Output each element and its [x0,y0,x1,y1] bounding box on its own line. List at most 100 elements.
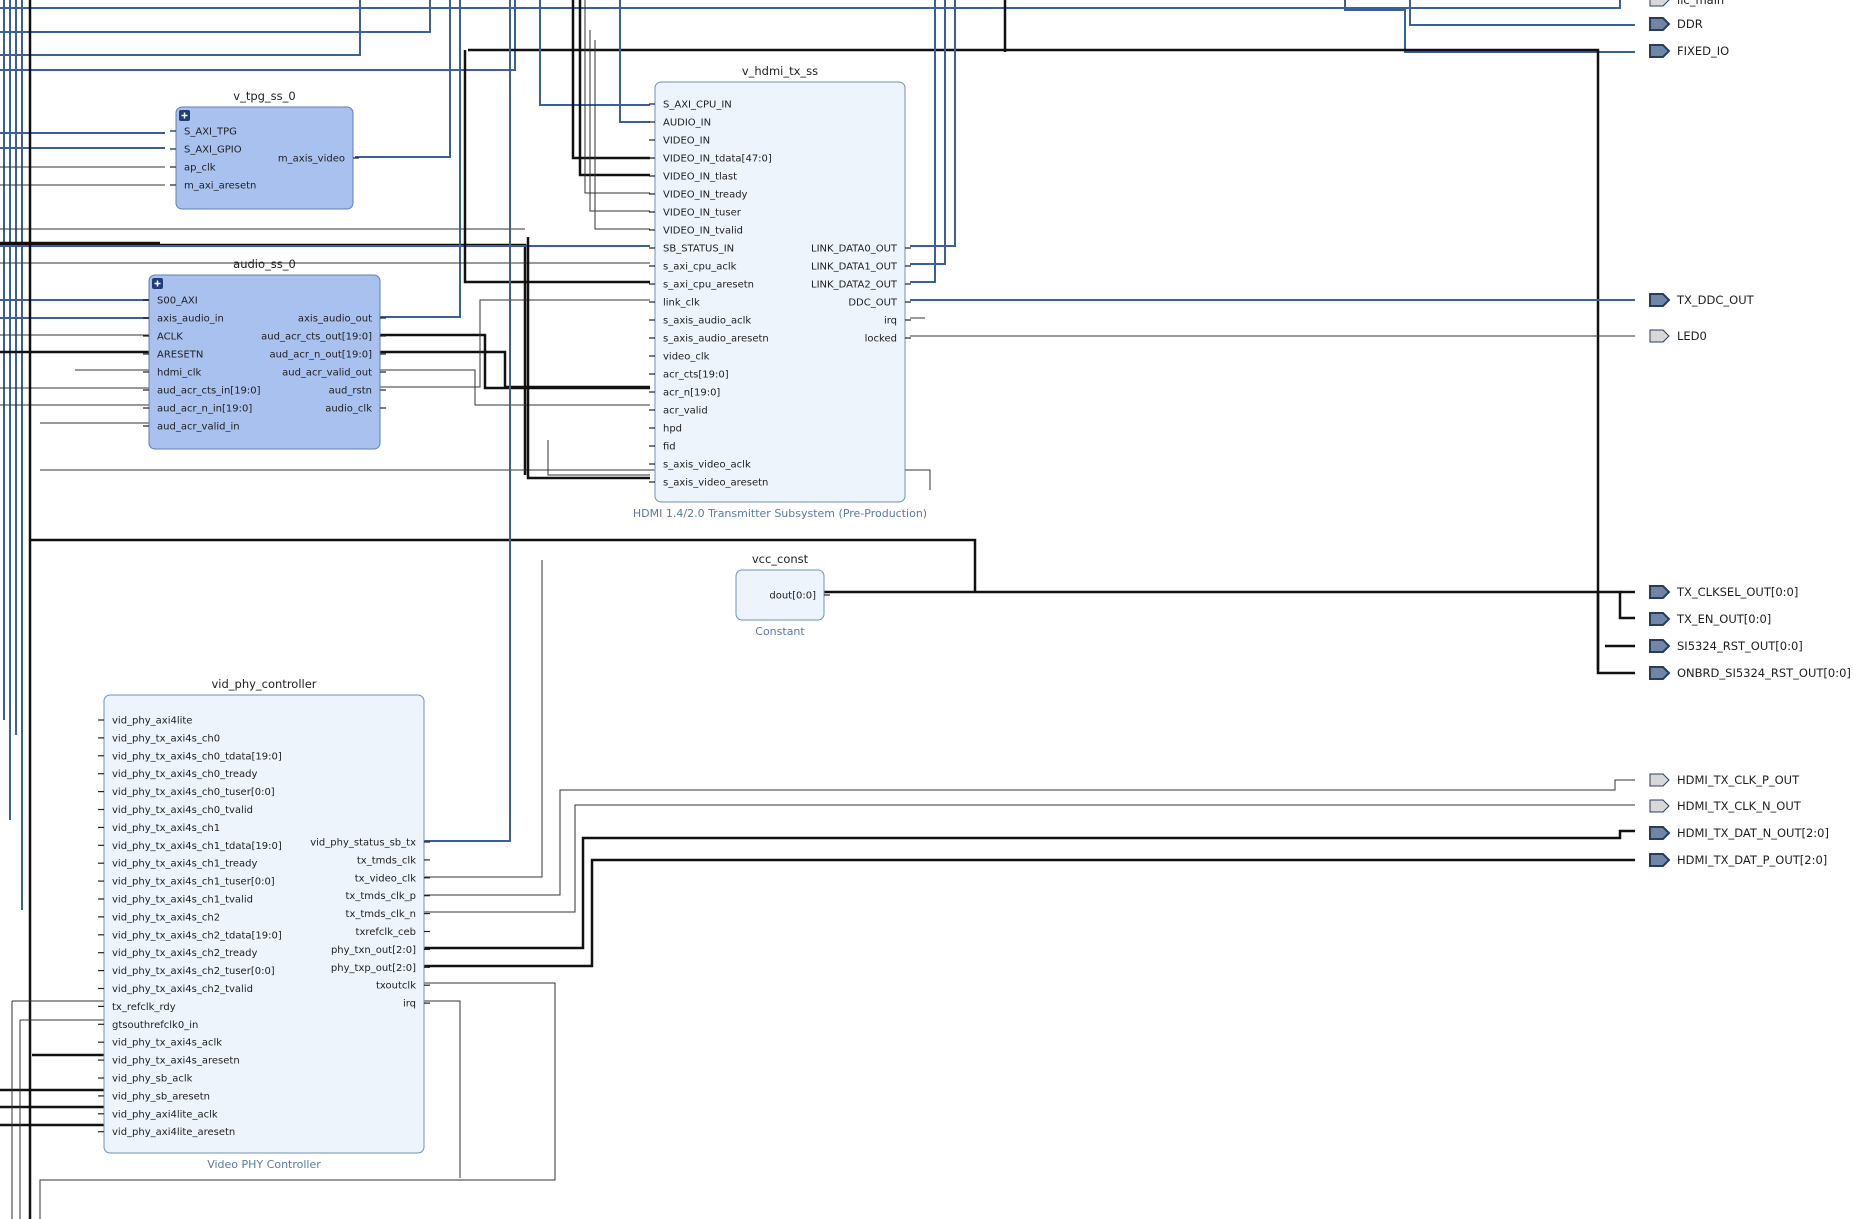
pin-vid-phy-tx-axi4s-ch0-tvalid[interactable]: vid_phy_tx_axi4s_ch0_tvalid [112,805,253,816]
pin-aresetn[interactable]: ARESETN [157,350,203,361]
pin-vid-phy-tx-axi4s-ch1-tvalid[interactable]: vid_phy_tx_axi4s_ch1_tvalid [112,895,253,906]
port-hdmi-tx-clk-n-out[interactable]: HDMI_TX_CLK_N_OUT [1649,799,1802,813]
pin-acr-n-19-0[interactable]: acr_n[19:0] [663,388,720,399]
pin-link-data2-out[interactable]: LINK_DATA2_OUT [811,280,898,291]
pin-aud-rstn[interactable]: aud_rstn [329,386,372,397]
pin-video-in-tready[interactable]: VIDEO_IN_tready [663,190,748,201]
pin-hdmi-clk[interactable]: hdmi_clk [157,368,201,379]
pin-txrefclk-ceb[interactable]: txrefclk_ceb [356,927,416,938]
pin-sb-status-in[interactable]: SB_STATUS_IN [663,244,734,255]
pin-fid[interactable]: fid [663,442,676,453]
pin-aud-acr-valid-out[interactable]: aud_acr_valid_out [282,368,372,379]
pin-vid-phy-tx-axi4s-ch0-tready[interactable]: vid_phy_tx_axi4s_ch0_tready [112,769,258,780]
pin-s00-axi[interactable]: S00_AXI [157,296,198,307]
pin-irq[interactable]: irq [884,316,897,327]
pin-m-axi-aresetn[interactable]: m_axi_aresetn [184,181,256,192]
pin-link-clk[interactable]: link_clk [663,298,700,309]
pin-s-axis-video-aclk[interactable]: s_axis_video_aclk [663,460,751,471]
block-vcc-const[interactable]: vcc_const Constant dout[0:0] [735,552,830,638]
pin-tx-video-clk[interactable]: tx_video_clk [355,873,416,884]
pin-vid-phy-tx-axi4s-aresetn[interactable]: vid_phy_tx_axi4s_aresetn [112,1056,240,1067]
block-v-hdmi-tx-ss[interactable]: v_hdmi_tx_ss HDMI 1.4/2.0 Transmitter Sub… [633,64,927,520]
port-lic-main[interactable]: lic_main [1649,0,1724,7]
pin-aud-acr-n-in-19-0[interactable]: aud_acr_n_in[19:0] [157,404,252,415]
pin-locked[interactable]: locked [865,334,897,345]
pin-hpd[interactable]: hpd [663,424,682,435]
pin-acr-cts-19-0[interactable]: acr_cts[19:0] [663,370,729,381]
pin-video-clk[interactable]: video_clk [663,352,710,363]
pin-txoutclk[interactable]: txoutclk [376,981,416,992]
pin-vid-phy-status-sb-tx[interactable]: vid_phy_status_sb_tx [310,838,416,849]
pin-vid-phy-tx-axi4s-ch1[interactable]: vid_phy_tx_axi4s_ch1 [112,823,220,834]
pin-vid-phy-tx-axi4s-ch1-tuser-0-0[interactable]: vid_phy_tx_axi4s_ch1_tuser[0:0] [112,877,275,888]
pin-video-in-tuser[interactable]: VIDEO_IN_tuser [663,208,742,219]
pin-s-axi-cpu-aclk[interactable]: s_axi_cpu_aclk [663,262,737,273]
port-fixed-io[interactable]: FIXED_IO [1649,44,1729,58]
pin-vid-phy-tx-axi4s-ch2-tvalid[interactable]: vid_phy_tx_axi4s_ch2_tvalid [112,984,253,995]
pin-audio-clk[interactable]: audio_clk [325,404,372,415]
pin-tx-tmds-clk[interactable]: tx_tmds_clk [357,855,416,866]
pin-video-in-tlast[interactable]: VIDEO_IN_tlast [663,172,737,183]
pin-s-axi-cpu-in[interactable]: S_AXI_CPU_IN [663,100,732,111]
pin-vid-phy-tx-axi4s-ch1-tready[interactable]: vid_phy_tx_axi4s_ch1_tready [112,859,258,870]
pin-vid-phy-sb-aresetn[interactable]: vid_phy_sb_aresetn [112,1091,210,1102]
pin-axis-audio-in[interactable]: axis_audio_in [157,314,224,325]
pin-gtsouthrefclk0-in[interactable]: gtsouthrefclk0_in [112,1020,198,1031]
pin-m-axis-video[interactable]: m_axis_video [278,154,345,165]
pin-vid-phy-axi4lite-aclk[interactable]: vid_phy_axi4lite_aclk [112,1109,218,1120]
pin-s-axis-audio-aclk[interactable]: s_axis_audio_aclk [663,316,751,327]
pin-axis-audio-out[interactable]: axis_audio_out [298,314,372,325]
pin-video-in-tvalid[interactable]: VIDEO_IN_tvalid [663,226,743,237]
pin-dout-0-0[interactable]: dout[0:0] [769,591,816,602]
block-vid-phy-controller[interactable]: vid_phy_controller Video PHY Controller vi… [98,677,430,1171]
pin-link-data1-out[interactable]: LINK_DATA1_OUT [811,262,898,273]
pin-vid-phy-tx-axi4s-ch0-tuser-0-0[interactable]: vid_phy_tx_axi4s_ch0_tuser[0:0] [112,787,275,798]
pin-ddc-out[interactable]: DDC_OUT [848,298,898,309]
pin-audio-in[interactable]: AUDIO_IN [663,118,711,129]
pin-vid-phy-tx-axi4s-ch0[interactable]: vid_phy_tx_axi4s_ch0 [112,733,220,744]
pin-s-axi-gpio[interactable]: S_AXI_GPIO [184,145,242,156]
port-tx-ddc-out[interactable]: TX_DDC_OUT [1649,293,1755,307]
port-hdmi-tx-dat-p-out-2-0[interactable]: HDMI_TX_DAT_P_OUT[2:0] [1649,853,1827,867]
pin-vid-phy-sb-aclk[interactable]: vid_phy_sb_aclk [112,1074,193,1085]
block-audio-ss-0[interactable]: audio_ss_0 S00_AXI axis_audio_in ACLK ARESET… [143,257,386,450]
pin-tx-refclk-rdy[interactable]: tx_refclk_rdy [112,1002,176,1013]
pin-s-axis-video-aresetn[interactable]: s_axis_video_aresetn [663,478,768,489]
port-onbrd-si5324-rst-out-0-0[interactable]: ONBRD_SI5324_RST_OUT[0:0] [1649,666,1851,680]
pin-aud-acr-cts-out-19-0[interactable]: aud_acr_cts_out[19:0] [261,332,372,343]
pin-vid-phy-tx-axi4s-ch0-tdata-19-0[interactable]: vid_phy_tx_axi4s_ch0_tdata[19:0] [112,751,282,762]
port-ddr[interactable]: DDR [1649,17,1703,31]
pin-s-axi-cpu-aresetn[interactable]: s_axi_cpu_aresetn [663,280,754,291]
pin-phy-txp-out-2-0[interactable]: phy_txp_out[2:0] [331,963,416,974]
port-si5324-rst-out-0-0[interactable]: SI5324_RST_OUT[0:0] [1649,639,1803,653]
pin-aud-acr-valid-in[interactable]: aud_acr_valid_in [157,422,240,433]
pin-phy-txn-out-2-0[interactable]: phy_txn_out[2:0] [331,945,416,956]
pin-vid-phy-tx-axi4s-ch2-tuser-0-0[interactable]: vid_phy_tx_axi4s_ch2_tuser[0:0] [112,966,275,977]
port-hdmi-tx-clk-p-out[interactable]: HDMI_TX_CLK_P_OUT [1649,773,1800,787]
port-hdmi-tx-dat-n-out-2-0[interactable]: HDMI_TX_DAT_N_OUT[2:0] [1649,826,1829,840]
pin-vid-phy-tx-axi4s-ch2-tready[interactable]: vid_phy_tx_axi4s_ch2_tready [112,948,258,959]
pin-tx-tmds-clk-n[interactable]: tx_tmds_clk_n [346,909,416,920]
port-led0[interactable]: LED0 [1649,329,1707,343]
pin-aud-acr-n-out-19-0[interactable]: aud_acr_n_out[19:0] [269,350,372,361]
pin-vid-phy-tx-axi4s-ch2-tdata-19-0[interactable]: vid_phy_tx_axi4s_ch2_tdata[19:0] [112,930,282,941]
block-design-canvas[interactable]: v_tpg_ss_0 S_AXI_TPG S_AXI_GPIO ap_clk m_axi… [0,0,1854,1219]
pin-aud-acr-cts-in-19-0[interactable]: aud_acr_cts_in[19:0] [157,386,261,397]
pin-s-axis-audio-aresetn[interactable]: s_axis_audio_aresetn [663,334,769,345]
pin-vid-phy-axi4lite-aresetn[interactable]: vid_phy_axi4lite_aresetn [112,1127,235,1138]
pin-irq[interactable]: irq [403,999,416,1010]
pin-vid-phy-tx-axi4s-aclk[interactable]: vid_phy_tx_axi4s_aclk [112,1038,222,1049]
block-v-tpg-ss-0[interactable]: v_tpg_ss_0 S_AXI_TPG S_AXI_GPIO ap_clk m_axi… [170,89,359,210]
pin-tx-tmds-clk-p[interactable]: tx_tmds_clk_p [346,891,416,902]
port-tx-en-out-0-0[interactable]: TX_EN_OUT[0:0] [1649,612,1771,626]
pin-aclk[interactable]: ACLK [157,332,183,343]
pin-video-in-tdata-47-0[interactable]: VIDEO_IN_tdata[47:0] [663,154,772,165]
pin-video-in[interactable]: VIDEO_IN [663,136,710,147]
pin-vid-phy-tx-axi4s-ch1-tdata-19-0[interactable]: vid_phy_tx_axi4s_ch1_tdata[19:0] [112,841,282,852]
port-tx-clksel-out-0-0[interactable]: TX_CLKSEL_OUT[0:0] [1649,585,1798,599]
pin-s-axi-tpg[interactable]: S_AXI_TPG [184,127,237,138]
pin-link-data0-out[interactable]: LINK_DATA0_OUT [811,244,898,255]
pin-vid-phy-tx-axi4s-ch2[interactable]: vid_phy_tx_axi4s_ch2 [112,912,220,923]
pin-ap-clk[interactable]: ap_clk [184,163,216,174]
pin-vid-phy-axi4lite[interactable]: vid_phy_axi4lite [112,716,192,727]
